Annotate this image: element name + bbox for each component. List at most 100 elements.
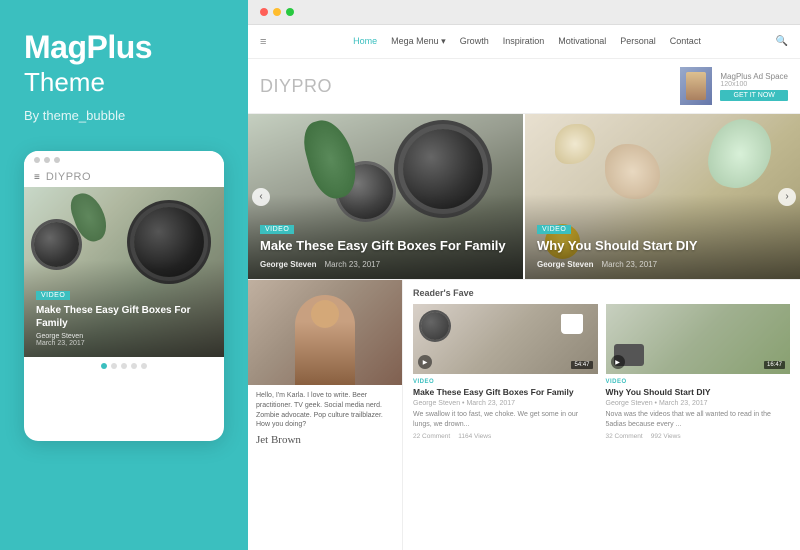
slide2-flower3: [702, 114, 778, 196]
articles-panel: Reader's Fave ▶ 54:47 VIDEO Make These E…: [403, 280, 800, 550]
card1-tag: VIDEO: [413, 379, 598, 385]
slide-2-overlay: VIDEO Why You Should Start DIY George St…: [525, 194, 800, 279]
browser-dot-minimize[interactable]: [273, 8, 281, 16]
slide-2-date: March 23, 2017: [601, 260, 657, 269]
nav-inspiration[interactable]: Inspiration: [503, 36, 545, 47]
article-card-1-image: ▶ 54:47: [413, 304, 598, 374]
nav-growth[interactable]: Growth: [460, 36, 489, 47]
card2-views: 992 Views: [651, 433, 681, 440]
slide-2-tag: VIDEO: [537, 225, 571, 234]
slide-2-author: George Steven: [537, 260, 593, 269]
card2-excerpt: Nova was the videos that we all wanted t…: [606, 410, 791, 430]
mobile-top-bar: [24, 151, 224, 167]
mobile-dot-1: [34, 157, 40, 163]
slide-1-tag: VIDEO: [260, 225, 294, 234]
mobile-hero-tag: VIDEO: [36, 291, 70, 300]
slider-next-button[interactable]: ›: [778, 188, 796, 206]
mobile-pagination: [24, 357, 224, 375]
nav-personal[interactable]: Personal: [620, 36, 656, 47]
mobile-hero-title: Make These Easy Gift Boxes For Family: [36, 304, 212, 330]
browser-dot-maximize[interactable]: [286, 8, 294, 16]
hero-slider: ‹ VIDEO Make These Easy Gift Boxes For F…: [248, 114, 800, 279]
nav-mega-menu[interactable]: Mega Menu ▾: [391, 36, 446, 47]
brand-author: By theme_bubble: [24, 108, 125, 123]
bio-person-head: [311, 300, 339, 328]
card2-meta: George Steven • March 23, 2017: [606, 400, 791, 407]
article-card-1: ▶ 54:47 VIDEO Make These Easy Gift Boxes…: [413, 304, 598, 440]
page-dot-4: [131, 363, 137, 369]
slide2-flower1: [555, 124, 595, 164]
readers-fave-title: Reader's Fave: [413, 288, 790, 298]
card1-excerpt: We swallow it too fast, we choke. We get…: [413, 410, 598, 430]
ad-get-it-now-button[interactable]: GET IT NOW: [720, 90, 788, 101]
bio-panel: Hello, I'm Karla. I love to write. Beer …: [248, 280, 403, 550]
browser-chrome: [248, 0, 800, 25]
ad-size: 120x100: [720, 81, 788, 88]
nav-home[interactable]: Home: [353, 36, 377, 47]
card2-title[interactable]: Why You Should Start DIY: [606, 387, 791, 398]
mobile-dot-3: [54, 157, 60, 163]
bio-text: Hello, I'm Karla. I love to write. Beer …: [248, 385, 402, 452]
slide-2-meta: George Steven March 23, 2017: [537, 260, 788, 269]
bio-image: [248, 280, 402, 385]
bio-person-body: [295, 295, 355, 385]
page-dot-3: [121, 363, 127, 369]
article-card-2-image: ▶ 16:47: [606, 304, 791, 374]
mobile-hero-date: March 23, 2017: [36, 340, 212, 347]
card1-meta: George Steven • March 23, 2017: [413, 400, 598, 407]
card2-stats: 32 Comment 992 Views: [606, 433, 791, 440]
mobile-nav-bar: ≡ DIYPRO: [24, 167, 224, 187]
nav-motivational[interactable]: Motivational: [558, 36, 606, 47]
slide2-flower2: [605, 144, 660, 199]
card2-play-icon: ▶: [611, 355, 625, 369]
mobile-hero-author: George Steven: [36, 333, 212, 340]
slide-1: VIDEO Make These Easy Gift Boxes For Fam…: [248, 114, 523, 279]
site-nav: ≡ Home Mega Menu ▾ Growth Inspiration Mo…: [248, 25, 800, 59]
mobile-mockup: ≡ DIYPRO VIDEO Make These Easy Gift Boxe…: [24, 151, 224, 441]
card1-title[interactable]: Make These Easy Gift Boxes For Family: [413, 387, 598, 398]
ad-image: [680, 67, 712, 105]
slide-1-author: George Steven: [260, 260, 316, 269]
card1-views: 1164 Views: [458, 433, 491, 440]
slide-1-title: Make These Easy Gift Boxes For Family: [260, 238, 511, 255]
mobile-hero-overlay: VIDEO Make These Easy Gift Boxes For Fam…: [24, 260, 224, 357]
nav-search-icon[interactable]: 🔍: [776, 36, 788, 47]
article-cards: ▶ 54:47 VIDEO Make These Easy Gift Boxes…: [413, 304, 790, 440]
card1-cup: [561, 314, 583, 334]
right-panel: ≡ Home Mega Menu ▾ Growth Inspiration Mo…: [248, 0, 800, 550]
browser-content: ≡ Home Mega Menu ▾ Growth Inspiration Mo…: [248, 25, 800, 550]
site-ad: MagPlus Ad Space 120x100 GET IT NOW: [680, 67, 788, 105]
brand-name: MagPlus Theme: [24, 30, 152, 98]
nav-links: Home Mega Menu ▾ Growth Inspiration Moti…: [278, 36, 775, 47]
lower-section: Hello, I'm Karla. I love to write. Beer …: [248, 279, 800, 550]
page-dot-5: [141, 363, 147, 369]
card1-play-icon: ▶: [418, 355, 432, 369]
mobile-dot-2: [44, 157, 50, 163]
site-header: DIYPRO MagPlus Ad Space 120x100 GET IT N…: [248, 59, 800, 114]
mobile-hero-image: VIDEO Make These Easy Gift Boxes For Fam…: [24, 187, 224, 357]
slide-1-overlay: VIDEO Make These Easy Gift Boxes For Fam…: [248, 194, 523, 279]
page-dot-1: [101, 363, 107, 369]
browser-dot-close[interactable]: [260, 8, 268, 16]
card2-tag: VIDEO: [606, 379, 791, 385]
slider-prev-button[interactable]: ‹: [252, 188, 270, 206]
card1-stats: 22 Comment 1164 Views: [413, 433, 598, 440]
mobile-logo: DIYPRO: [46, 171, 91, 183]
page-dot-2: [111, 363, 117, 369]
mobile-hamburger-icon: ≡: [34, 172, 40, 183]
site-logo: DIYPRO: [260, 76, 332, 97]
slide-1-date: March 23, 2017: [324, 260, 380, 269]
nav-hamburger-icon[interactable]: ≡: [260, 36, 266, 48]
card1-duration-badge: 54:47: [571, 361, 592, 369]
card2-duration-badge: 16:47: [764, 361, 785, 369]
card1-comments: 22 Comment: [413, 433, 450, 440]
card2-comments: 32 Comment: [606, 433, 643, 440]
slide-1-meta: George Steven March 23, 2017: [260, 260, 511, 269]
bio-signature: Jet Brown: [256, 434, 394, 446]
left-panel: MagPlus Theme By theme_bubble ≡ DIYPRO V…: [0, 0, 248, 550]
nav-contact[interactable]: Contact: [670, 36, 701, 47]
ad-label: MagPlus Ad Space: [720, 72, 788, 81]
slide-2: VIDEO Why You Should Start DIY George St…: [523, 114, 800, 279]
ad-text-block: MagPlus Ad Space 120x100 GET IT NOW: [720, 72, 788, 101]
article-card-2: ▶ 16:47 VIDEO Why You Should Start DIY G…: [606, 304, 791, 440]
